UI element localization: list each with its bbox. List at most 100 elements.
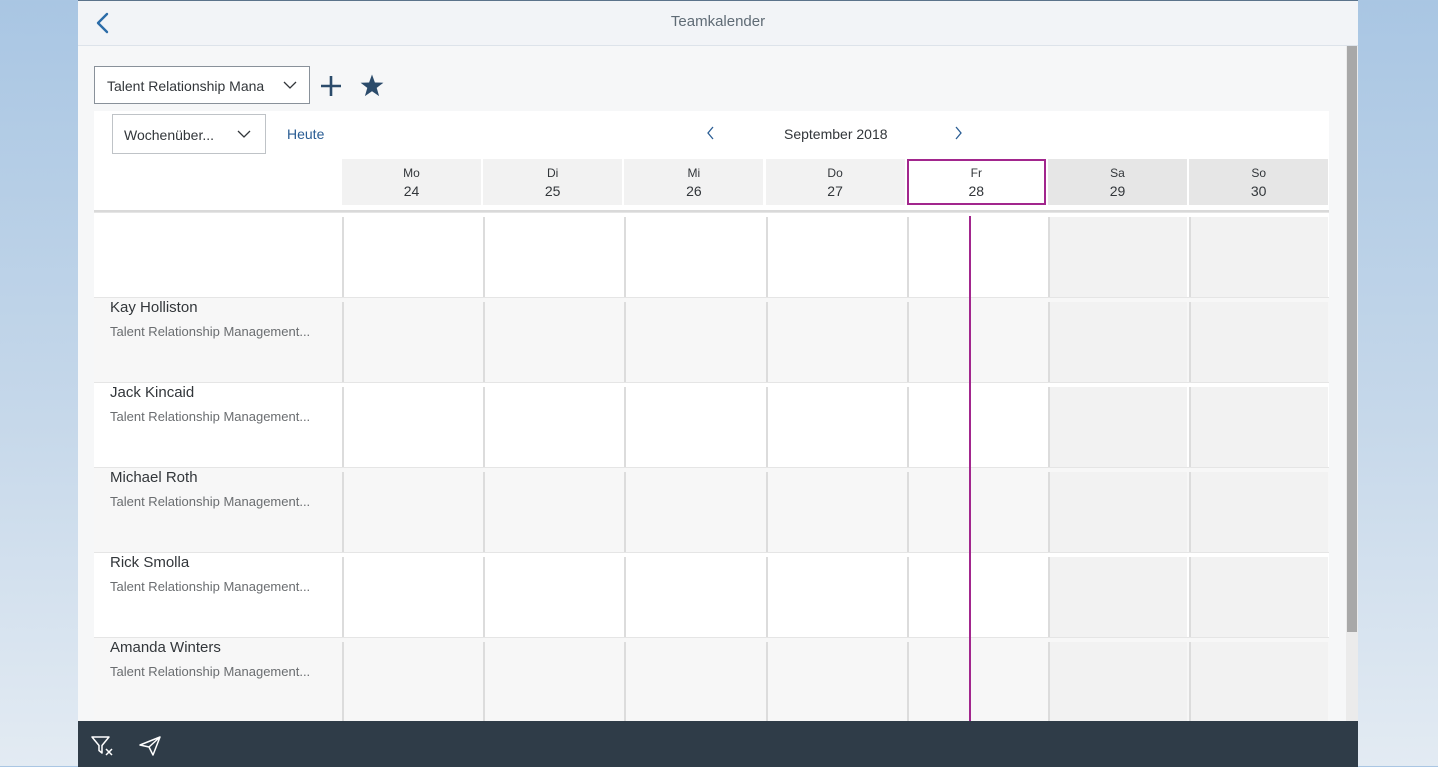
day-number: 24 bbox=[403, 183, 420, 199]
page-title: Teamkalender bbox=[670, 13, 766, 30]
row-divider bbox=[94, 637, 1329, 638]
day-header-di: Di 25 bbox=[483, 159, 623, 205]
day-cell[interactable] bbox=[906, 387, 1046, 467]
day-cell[interactable] bbox=[624, 302, 764, 382]
day-cell[interactable] bbox=[624, 217, 764, 297]
chevron-down-icon bbox=[283, 81, 297, 89]
employee-role: Talent Relationship Management... bbox=[110, 324, 311, 339]
day-number: 26 bbox=[686, 183, 702, 199]
day-cell[interactable] bbox=[1189, 217, 1329, 297]
day-cell[interactable] bbox=[765, 642, 905, 722]
day-cell[interactable] bbox=[1048, 387, 1187, 467]
day-cell[interactable] bbox=[1189, 302, 1329, 382]
row-divider bbox=[94, 382, 1329, 383]
chevron-right-icon bbox=[955, 126, 962, 140]
view-select[interactable]: Wochenüber... bbox=[112, 114, 266, 154]
day-cell[interactable] bbox=[624, 387, 764, 467]
day-cell[interactable] bbox=[906, 557, 1046, 637]
day-cell[interactable] bbox=[483, 557, 623, 637]
day-cell[interactable] bbox=[906, 217, 1046, 297]
day-cell[interactable] bbox=[342, 472, 481, 552]
day-cell[interactable] bbox=[342, 557, 481, 637]
favorite-button[interactable] bbox=[359, 73, 385, 99]
day-cell[interactable] bbox=[906, 642, 1046, 722]
scrollbar-thumb[interactable] bbox=[1347, 46, 1357, 632]
day-cell[interactable] bbox=[765, 302, 905, 382]
clear-filter-icon bbox=[91, 736, 113, 756]
employee-name: Kay Holliston bbox=[110, 299, 198, 316]
day-cell[interactable] bbox=[765, 217, 905, 297]
day-cell[interactable] bbox=[1048, 642, 1187, 722]
day-cell[interactable] bbox=[483, 217, 623, 297]
day-header-mo: Mo 24 bbox=[342, 159, 481, 205]
day-cell[interactable] bbox=[624, 642, 764, 722]
day-cell[interactable] bbox=[1048, 472, 1187, 552]
team-select[interactable]: Talent Relationship Mana bbox=[94, 66, 310, 104]
day-cell[interactable] bbox=[342, 302, 481, 382]
app-window: Teamkalender Talent Relationship Mana Wo… bbox=[78, 0, 1358, 767]
footer-toolbar bbox=[78, 721, 1358, 767]
day-name: Mo bbox=[403, 166, 420, 180]
employee-role: Talent Relationship Management... bbox=[110, 579, 311, 594]
day-cell[interactable] bbox=[483, 302, 623, 382]
next-week-button[interactable] bbox=[950, 124, 966, 142]
day-cell[interactable] bbox=[624, 557, 764, 637]
paper-plane-icon bbox=[139, 736, 161, 756]
day-cell[interactable] bbox=[1189, 557, 1329, 637]
day-cell[interactable] bbox=[342, 387, 481, 467]
day-header-mi: Mi 26 bbox=[624, 159, 764, 205]
day-name: Di bbox=[547, 166, 559, 180]
day-cell[interactable] bbox=[906, 472, 1046, 552]
clear-filter-button[interactable] bbox=[90, 735, 116, 757]
day-cell[interactable] bbox=[1048, 217, 1187, 297]
day-name: Do bbox=[827, 166, 843, 180]
day-cell[interactable] bbox=[1048, 557, 1187, 637]
day-cell[interactable] bbox=[1189, 642, 1329, 722]
day-number: 28 bbox=[968, 183, 985, 199]
day-cell[interactable] bbox=[342, 217, 481, 297]
row-divider bbox=[94, 297, 1329, 298]
employee-name: Michael Roth bbox=[110, 469, 198, 486]
calendar-row: Kay Holliston Talent Relationship Managem… bbox=[94, 297, 1329, 382]
day-cell[interactable] bbox=[906, 302, 1046, 382]
employee-role: Talent Relationship Management... bbox=[110, 409, 311, 424]
star-icon bbox=[360, 74, 384, 97]
day-name: So bbox=[1251, 166, 1267, 180]
chevron-down-icon bbox=[237, 130, 251, 138]
day-header-do: Do 27 bbox=[765, 159, 905, 205]
day-cell[interactable] bbox=[483, 642, 623, 722]
day-name: Sa bbox=[1110, 166, 1125, 180]
day-cell[interactable] bbox=[483, 472, 623, 552]
day-number: 27 bbox=[827, 183, 843, 199]
day-cell[interactable] bbox=[765, 387, 905, 467]
previous-week-button[interactable] bbox=[703, 124, 719, 142]
month-label: September 2018 bbox=[784, 126, 888, 142]
send-button[interactable] bbox=[138, 735, 162, 757]
day-name: Mi bbox=[687, 166, 701, 180]
day-header-so: So 30 bbox=[1189, 159, 1329, 205]
day-number: 29 bbox=[1109, 183, 1126, 199]
add-team-button[interactable] bbox=[318, 73, 344, 99]
day-cell[interactable] bbox=[483, 387, 623, 467]
employee-role: Talent Relationship Management... bbox=[110, 494, 311, 509]
day-name: Fr bbox=[970, 166, 982, 180]
day-cell[interactable] bbox=[342, 642, 481, 722]
team-select-value: Talent Relationship Mana bbox=[107, 78, 265, 94]
day-cell[interactable] bbox=[765, 472, 905, 552]
day-cell[interactable] bbox=[1189, 387, 1329, 467]
shell-header: Teamkalender bbox=[78, 1, 1358, 46]
calendar-row: Michael Roth Talent Relationship Manageme… bbox=[94, 467, 1329, 552]
day-header-fr: Fr 28 bbox=[906, 159, 1046, 205]
today-link[interactable]: Heute bbox=[287, 126, 324, 142]
day-cell[interactable] bbox=[1189, 472, 1329, 552]
day-number: 30 bbox=[1250, 183, 1267, 199]
view-select-value: Wochenüber... bbox=[124, 127, 215, 143]
day-cell[interactable] bbox=[1048, 302, 1187, 382]
calendar-row: Amanda Winters Talent Relationship Manage… bbox=[94, 637, 1329, 722]
vertical-scrollbar[interactable] bbox=[1346, 46, 1358, 721]
day-cell[interactable] bbox=[765, 557, 905, 637]
employee-name: Rick Smolla bbox=[110, 554, 190, 571]
calendar-row: Jack Kincaid Talent Relationship Manageme… bbox=[94, 382, 1329, 467]
day-cell[interactable] bbox=[624, 472, 764, 552]
plus-icon bbox=[321, 76, 341, 96]
